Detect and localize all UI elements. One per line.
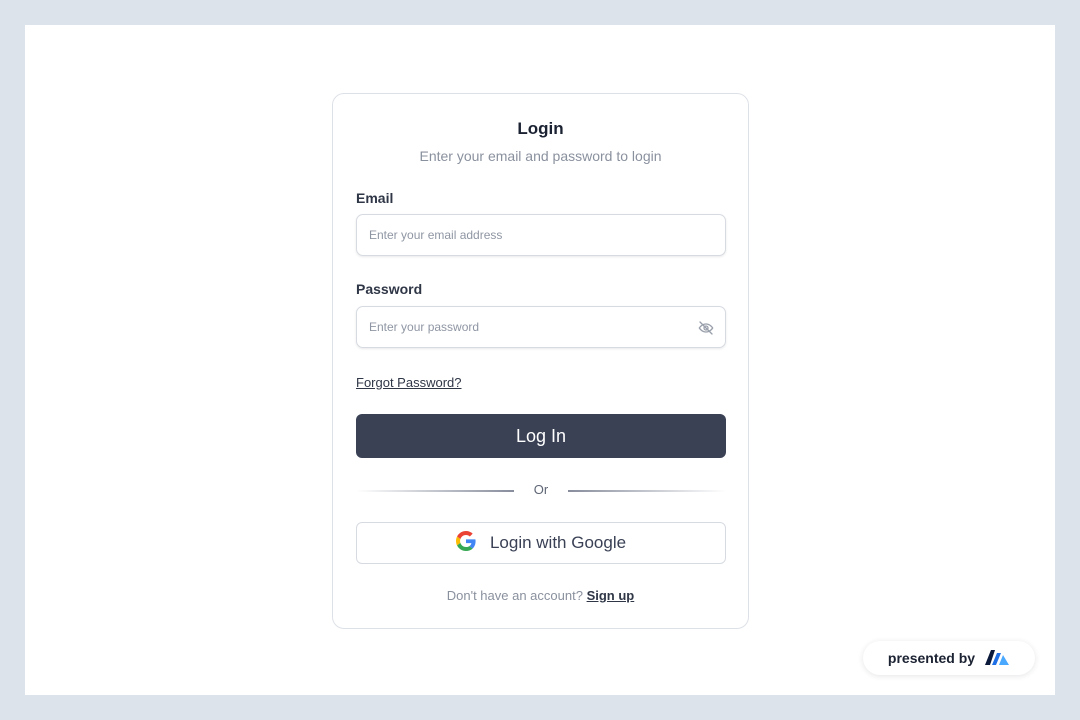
signup-row: Don't have an account? Sign up <box>333 588 748 603</box>
email-label: Email <box>356 190 394 206</box>
page-canvas: Login Enter your email and password to l… <box>25 25 1055 695</box>
or-divider: Or <box>356 482 726 500</box>
presented-by-badge[interactable]: presented by <box>863 641 1035 675</box>
password-field-wrapper <box>356 306 726 348</box>
email-field[interactable] <box>357 215 725 255</box>
google-icon <box>455 530 476 556</box>
brand-logo-icon <box>984 648 1010 669</box>
login-button[interactable]: Log In <box>356 414 726 458</box>
signup-link[interactable]: Sign up <box>587 588 635 603</box>
email-field-wrapper <box>356 214 726 256</box>
google-button-label: Login with Google <box>489 533 627 552</box>
login-card: Login Enter your email and password to l… <box>332 93 749 629</box>
login-title: Login <box>517 119 564 138</box>
badge-label: presented by <box>887 650 976 666</box>
divider-line-right <box>568 490 726 492</box>
eye-off-icon[interactable] <box>698 320 714 336</box>
login-subtitle: Enter your email and password to login <box>419 148 662 164</box>
google-login-button[interactable]: Login with Google <box>356 522 726 564</box>
forgot-password-link[interactable]: Forgot Password? <box>356 375 462 390</box>
password-field[interactable] <box>357 307 725 347</box>
password-label: Password <box>356 281 423 297</box>
signup-prompt: Don't have an account? <box>446 588 583 603</box>
